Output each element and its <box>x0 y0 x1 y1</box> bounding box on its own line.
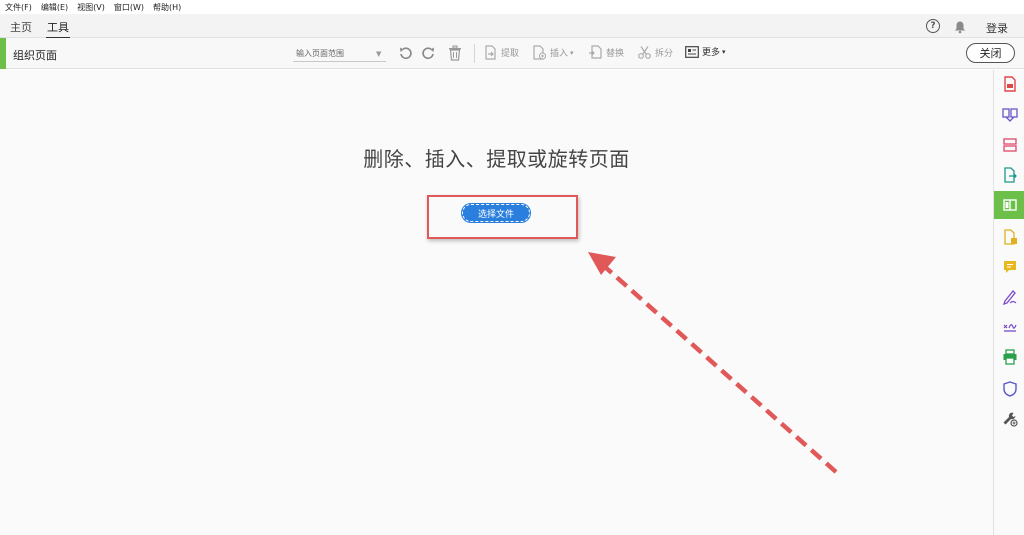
fill-sign-icon[interactable] <box>994 283 1024 311</box>
export-pdf-icon[interactable] <box>994 161 1024 189</box>
tools-rail <box>993 70 1024 535</box>
more-chevron-icon: ▾ <box>722 47 726 56</box>
close-button[interactable]: 关闭 <box>966 43 1015 63</box>
menu-view[interactable]: 视图(V) <box>77 2 105 13</box>
insert-button[interactable]: 插入 ▾ <box>532 45 574 60</box>
help-icon[interactable]: ? <box>926 19 940 33</box>
tab-tools[interactable]: 工具 <box>46 19 70 39</box>
send-for-signature-icon[interactable] <box>994 313 1024 341</box>
tab-home[interactable]: 主页 <box>10 19 32 35</box>
insert-label: 插入 <box>550 49 569 59</box>
rotate-left-icon[interactable] <box>396 44 414 62</box>
organize-toolbar: 组织页面 ▼ 提取 插入 ▾ 替换 拆分 更多 ▾ 关闭 <box>0 38 1024 69</box>
protect-icon[interactable] <box>994 375 1024 403</box>
create-pdf-icon[interactable] <box>994 70 1024 98</box>
annotation-arrow <box>588 252 838 474</box>
menu-help[interactable]: 帮助(H) <box>153 2 181 13</box>
more-tools-icon[interactable] <box>994 405 1024 433</box>
rotate-right-icon[interactable] <box>420 44 438 62</box>
split-label: 拆分 <box>655 49 674 59</box>
extract-icon <box>485 45 496 60</box>
edit-pdf-icon[interactable] <box>994 223 1024 251</box>
extract-label: 提取 <box>501 49 520 59</box>
bell-icon[interactable] <box>953 19 967 34</box>
menu-bar: 文件(F) 编辑(E) 视图(V) 窗口(W) 帮助(H) <box>0 0 1024 14</box>
organize-pages-icon[interactable] <box>994 131 1024 159</box>
split-button[interactable]: 拆分 <box>637 45 673 60</box>
replace-label: 替换 <box>606 49 625 59</box>
replace-icon <box>589 45 602 59</box>
toolbar-divider <box>474 44 475 63</box>
delete-icon[interactable] <box>446 44 464 62</box>
more-icon <box>685 45 699 58</box>
combine-files-icon[interactable] <box>994 101 1024 129</box>
menu-file[interactable]: 文件(F) <box>5 2 32 13</box>
chevron-down-icon[interactable]: ▼ <box>376 50 381 58</box>
login-link[interactable]: 登录 <box>986 20 1008 36</box>
more-button[interactable]: 更多 ▾ <box>685 45 726 58</box>
comment-icon[interactable] <box>994 253 1024 281</box>
replace-button[interactable]: 替换 <box>588 45 624 60</box>
tool-title: 组织页面 <box>13 49 57 62</box>
main-content: 删除、插入、提取或旋转页面 选择文件 <box>0 70 993 535</box>
scissors-icon <box>638 46 651 59</box>
menu-edit[interactable]: 编辑(E) <box>41 2 68 13</box>
page-range-input[interactable] <box>293 45 386 62</box>
menu-window[interactable]: 窗口(W) <box>114 2 144 13</box>
print-production-icon[interactable] <box>994 343 1024 371</box>
organize-pages-active-icon[interactable] <box>994 191 1024 219</box>
tool-accent-bar <box>0 38 6 69</box>
more-label: 更多 <box>702 48 721 58</box>
insert-icon <box>533 45 547 60</box>
insert-chevron-icon: ▾ <box>570 48 574 57</box>
extract-button[interactable]: 提取 <box>483 45 519 60</box>
tab-bar: 主页 工具 ? 登录 <box>0 14 1024 39</box>
